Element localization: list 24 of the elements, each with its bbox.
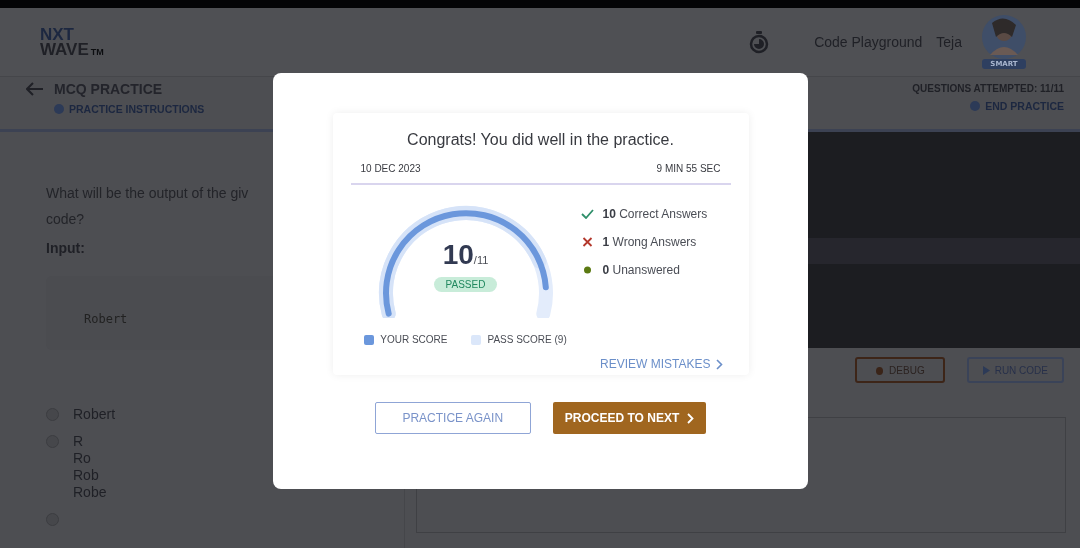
status-tag: PASSED bbox=[433, 277, 498, 292]
stat-text: 0 Unanswered bbox=[602, 263, 680, 277]
check-icon bbox=[580, 209, 594, 219]
proceed-button[interactable]: PROCEED TO NEXT bbox=[552, 402, 707, 434]
bug-icon bbox=[875, 365, 885, 375]
chevron-right-icon bbox=[715, 358, 723, 370]
play-icon bbox=[982, 365, 990, 375]
stat-text: 10 Correct Answers bbox=[602, 207, 708, 221]
back-arrow-icon[interactable] bbox=[26, 82, 44, 96]
chevron-right-icon bbox=[687, 412, 695, 424]
cross-icon bbox=[580, 237, 594, 247]
legend-swatch bbox=[364, 334, 375, 345]
score-total: /11 bbox=[473, 254, 489, 266]
practice-date: 10 DEC 2023 bbox=[360, 163, 421, 174]
legend-swatch bbox=[471, 334, 482, 345]
score-value: 10 bbox=[442, 239, 474, 271]
practice-again-button[interactable]: PRACTICE AGAIN bbox=[374, 402, 531, 434]
legend-label: PASS SCORE (9) bbox=[487, 334, 567, 345]
dialog-title: Congrats! You did well in the practice. bbox=[406, 131, 675, 149]
trademark-mark: TM bbox=[90, 47, 104, 57]
practice-duration: 9 MIN 55 SEC bbox=[656, 163, 721, 174]
stat-text: 1 Wrong Answers bbox=[602, 235, 697, 249]
review-mistakes-link[interactable]: REVIEW MISTAKES bbox=[600, 357, 723, 371]
stopwatch-icon[interactable] bbox=[748, 30, 771, 54]
